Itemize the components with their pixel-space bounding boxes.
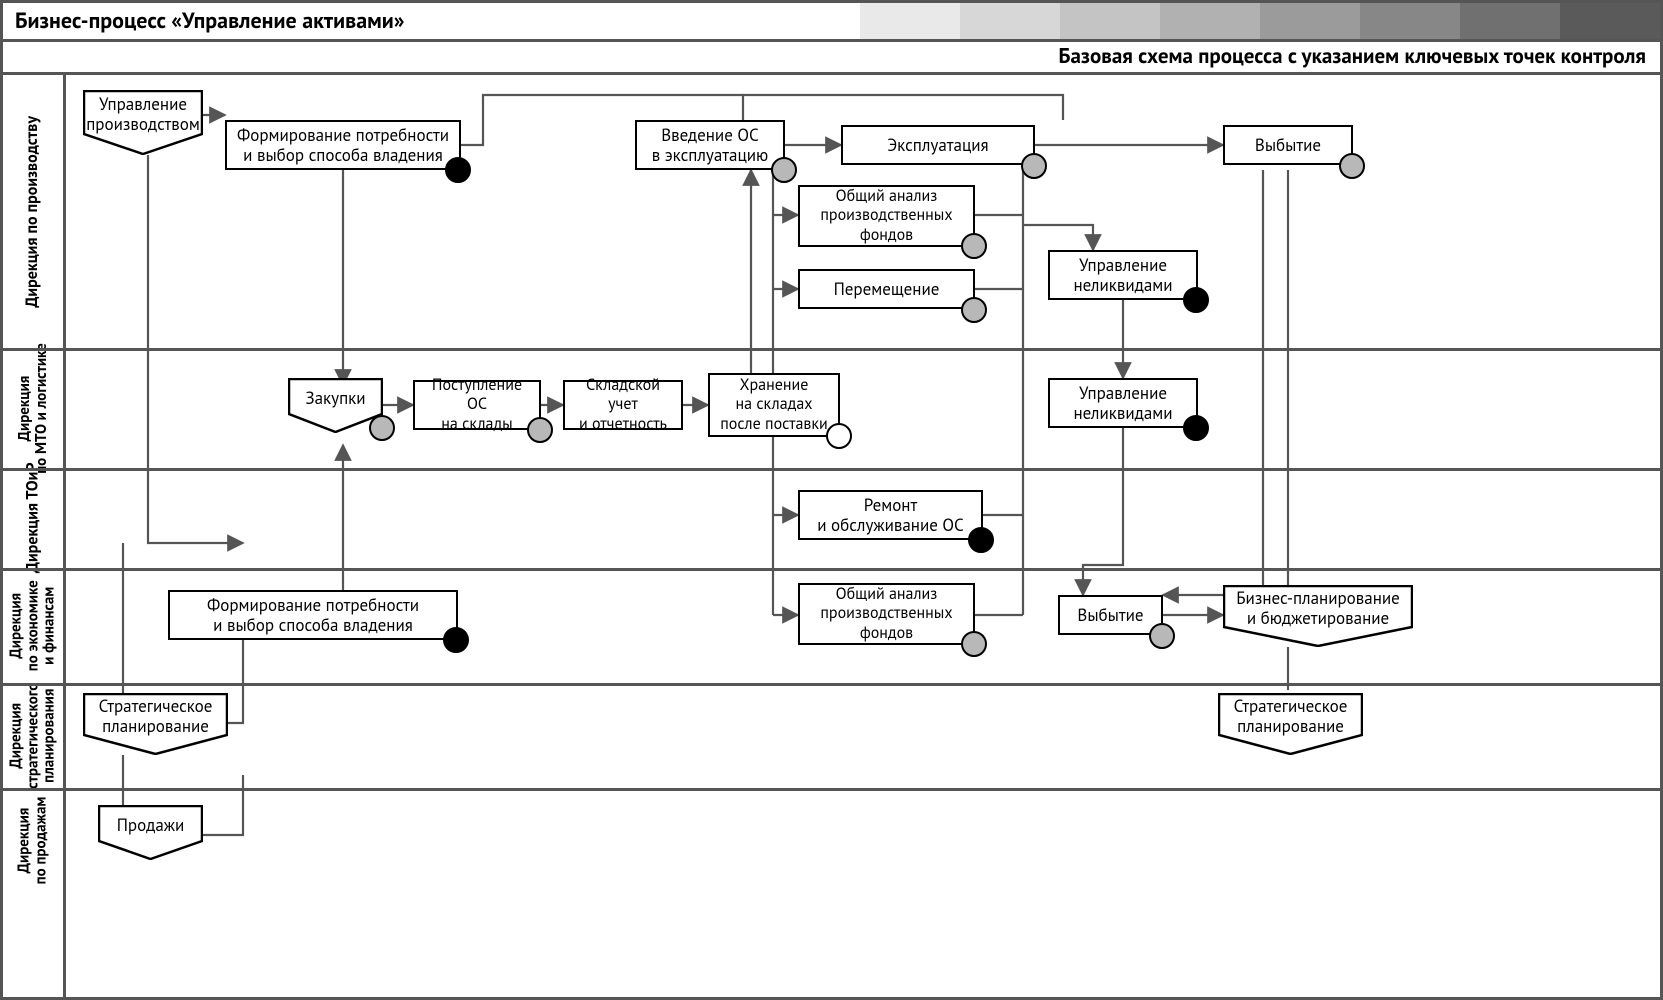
box-repair: Ремонти обслуживание ОС bbox=[798, 490, 983, 540]
cp-storage bbox=[826, 423, 852, 449]
cp-recv bbox=[527, 417, 553, 443]
box-need-formation-2: Формирование потребностии выбор способа … bbox=[168, 590, 458, 640]
cp-disposal1 bbox=[1339, 153, 1365, 179]
box-movement: Перемещение bbox=[798, 269, 975, 309]
cp-exploitation bbox=[1021, 153, 1047, 179]
cp-zakupki bbox=[369, 415, 395, 441]
box-exploitation: Эксплуатация bbox=[841, 125, 1035, 165]
cp-mnl1 bbox=[1183, 287, 1209, 313]
box-manage-illiquid-1: Управлениенеликвидами bbox=[1048, 250, 1198, 300]
box-intro-os: Введение ОСв эксплуатацию bbox=[635, 120, 785, 170]
lane-label-production: Дирекция по производству bbox=[3, 75, 63, 348]
offpage-production-mgmt: Управлениепроизводством bbox=[83, 90, 203, 155]
lane-label-mto: Дирекцияпо МТО и логистике bbox=[3, 348, 63, 468]
box-disposal-2: Выбытие bbox=[1058, 595, 1163, 635]
cp-mnl2 bbox=[1183, 415, 1209, 441]
lane-label-toir: Дирекция ТОиР bbox=[3, 468, 63, 568]
box-manage-illiquid-2: Управлениенеликвидами bbox=[1048, 378, 1198, 428]
cp-repair bbox=[968, 527, 994, 553]
offpage-strategic-plan-right: Стратегическоепланирование bbox=[1218, 693, 1363, 755]
box-general-analysis-2: Общий анализпроизводственныхфондов bbox=[798, 583, 975, 645]
diagram-area: Управлениепроизводством Формирование пот… bbox=[63, 75, 1660, 997]
header-bar: Бизнес-процесс «Управление активами» bbox=[3, 3, 1660, 42]
page-title: Бизнес-процесс «Управление активами» bbox=[3, 7, 405, 35]
box-storage: Хранениена складахпосле поставки bbox=[708, 373, 840, 437]
cp-move bbox=[961, 297, 987, 323]
box-receive-os: Поступление ОСна склады bbox=[413, 380, 541, 430]
box-disposal-1: Выбытие bbox=[1223, 125, 1353, 165]
cp-disposal2 bbox=[1149, 623, 1175, 649]
offpage-sales: Продажи bbox=[98, 805, 203, 860]
diagram-page: Бизнес-процесс «Управление активами» Баз… bbox=[0, 0, 1663, 1000]
lane-label-strategy: Дирекциястратегическогопланирования bbox=[3, 683, 63, 788]
header-shade-strip bbox=[860, 3, 1660, 39]
cp-need2 bbox=[443, 627, 469, 653]
box-stock-accounting: Складской учети отчетность bbox=[563, 380, 683, 430]
offpage-bizplan: Бизнес-планированиеи бюджетирование bbox=[1223, 585, 1413, 647]
cp-genan2 bbox=[961, 631, 987, 657]
offpage-strategic-plan-left: Стратегическоепланирование bbox=[83, 693, 228, 755]
box-need-formation-1: Формирование потребностии выбор способа … bbox=[225, 120, 461, 170]
cp-need1 bbox=[445, 157, 471, 183]
box-general-analysis-1: Общий анализпроизводственныхфондов bbox=[798, 185, 975, 247]
cp-intro-os bbox=[771, 157, 797, 183]
lane-label-econ: Дирекцияпо экономикеи финансам bbox=[3, 568, 63, 683]
lane-label-sales: Дирекцияпо продажам bbox=[3, 788, 63, 893]
cp-genan1 bbox=[961, 233, 987, 259]
page-subtitle: Базовая схема процесса с указанием ключе… bbox=[3, 39, 1660, 75]
